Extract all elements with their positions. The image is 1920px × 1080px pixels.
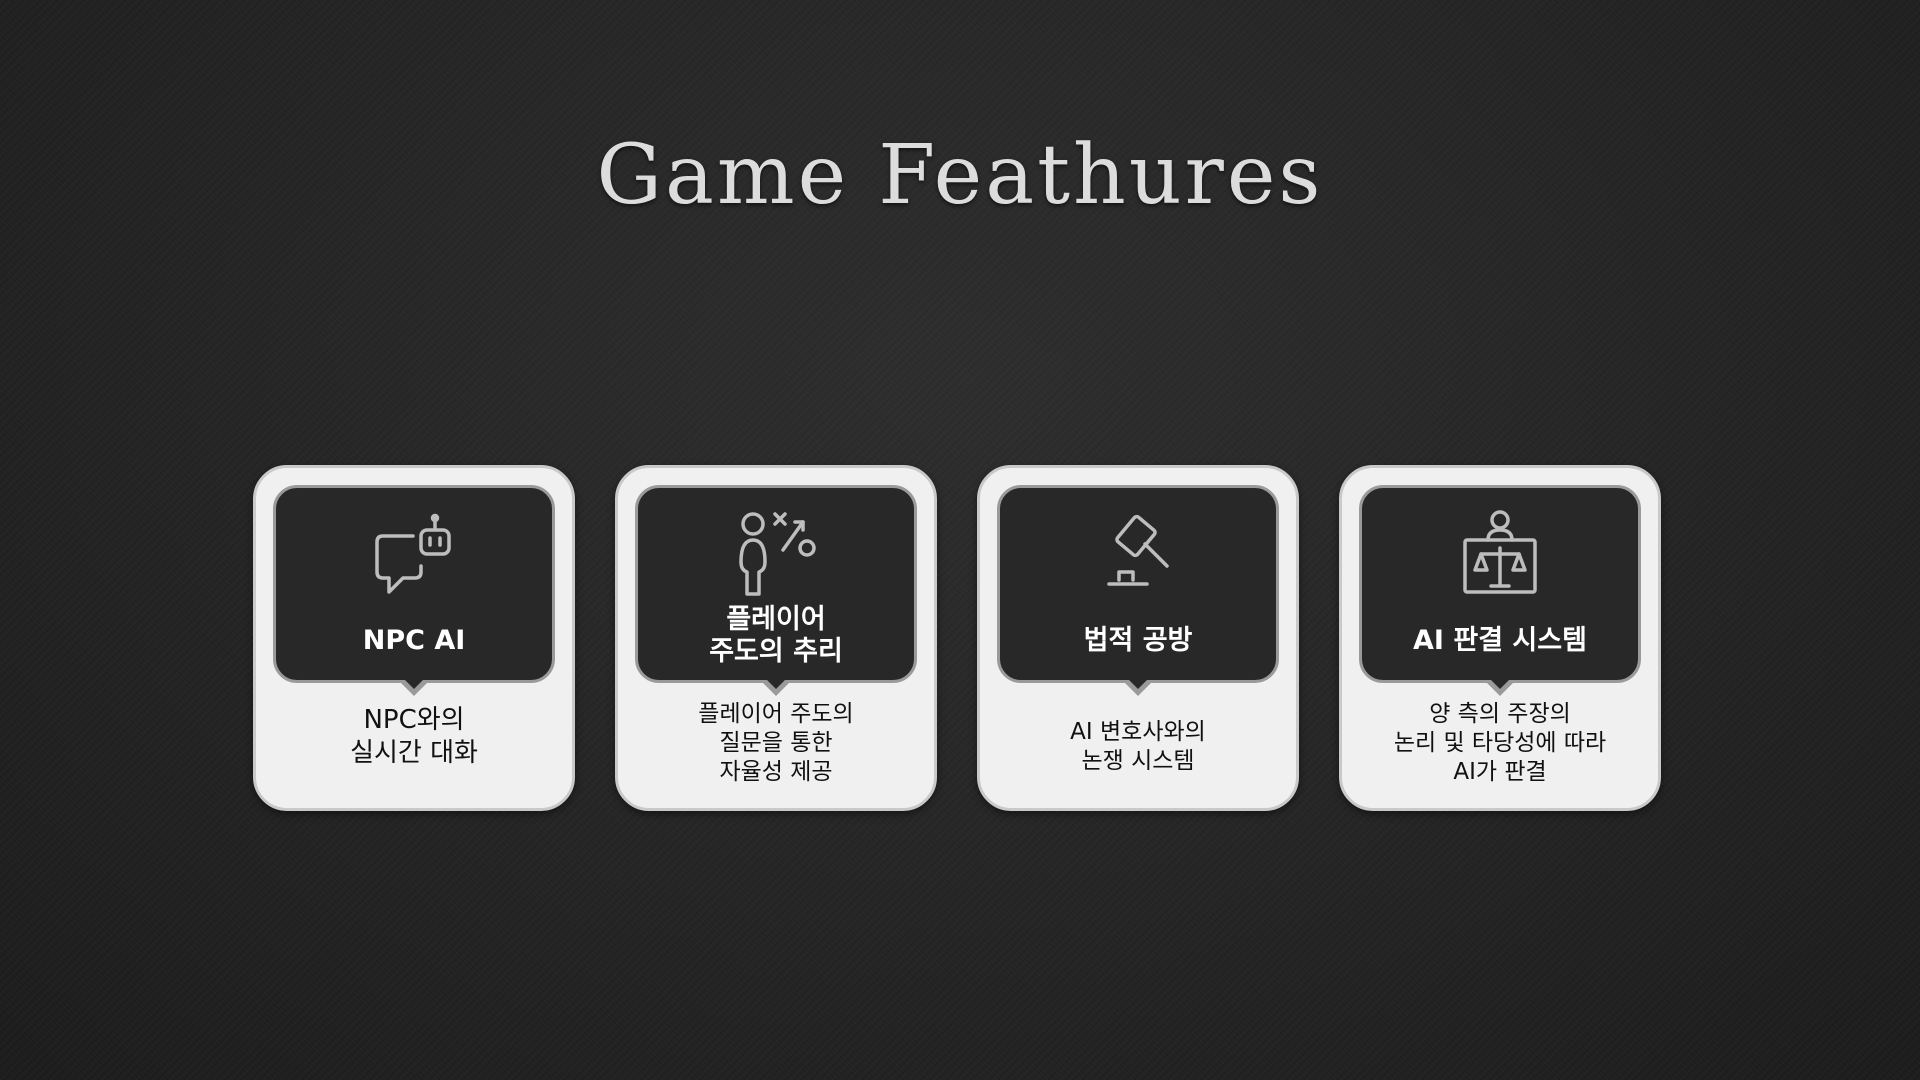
feature-title: AI 판결 시스템: [1413, 625, 1587, 656]
feature-card-header: 법적 공방: [997, 485, 1279, 696]
feature-description: NPC와의 실시간 대화: [350, 705, 478, 768]
feature-title: 플레이어 주도의 추리: [709, 604, 843, 667]
feature-title: NPC AI: [362, 625, 466, 656]
feature-card-ai-judgment: AI 판결 시스템 양 측의 주장의 논리 및 타당성에 따라 AI가 판결: [1339, 465, 1661, 811]
feature-description: AI 변호사와의 논쟁 시스템: [1070, 719, 1206, 774]
robot-chat-icon: [369, 510, 459, 600]
slide-title: Game Feathures: [596, 128, 1324, 223]
panel-pointer: [760, 677, 792, 696]
judge-scales-icon: [1455, 510, 1545, 600]
feature-card-npc-ai: NPC AI NPC와의 실시간 대화: [253, 465, 575, 811]
feature-card-header: NPC AI: [273, 485, 555, 696]
feature-card-player-reasoning: 플레이어 주도의 추리 플레이어 주도의 질문을 통한 자율성 제공: [615, 465, 937, 811]
feature-description: 양 측의 주장의 논리 및 타당성에 따라 AI가 판결: [1393, 701, 1607, 785]
feature-card-header: AI 판결 시스템: [1359, 485, 1641, 696]
feature-cards: NPC AI NPC와의 실시간 대화 플레이어 주도의 추리 플레이어 주도의…: [253, 465, 1661, 811]
feature-title: 법적 공방: [1083, 625, 1193, 656]
feature-card-legal-battle: 법적 공방 AI 변호사와의 논쟁 시스템: [977, 465, 1299, 811]
panel-pointer: [398, 677, 430, 696]
feature-card-header: 플레이어 주도의 추리: [635, 485, 917, 696]
gavel-icon: [1093, 510, 1183, 600]
panel-pointer: [1122, 677, 1154, 696]
panel-pointer: [1484, 677, 1516, 696]
strategy-play-icon: [731, 510, 821, 600]
feature-description: 플레이어 주도의 질문을 통한 자율성 제공: [698, 701, 854, 785]
